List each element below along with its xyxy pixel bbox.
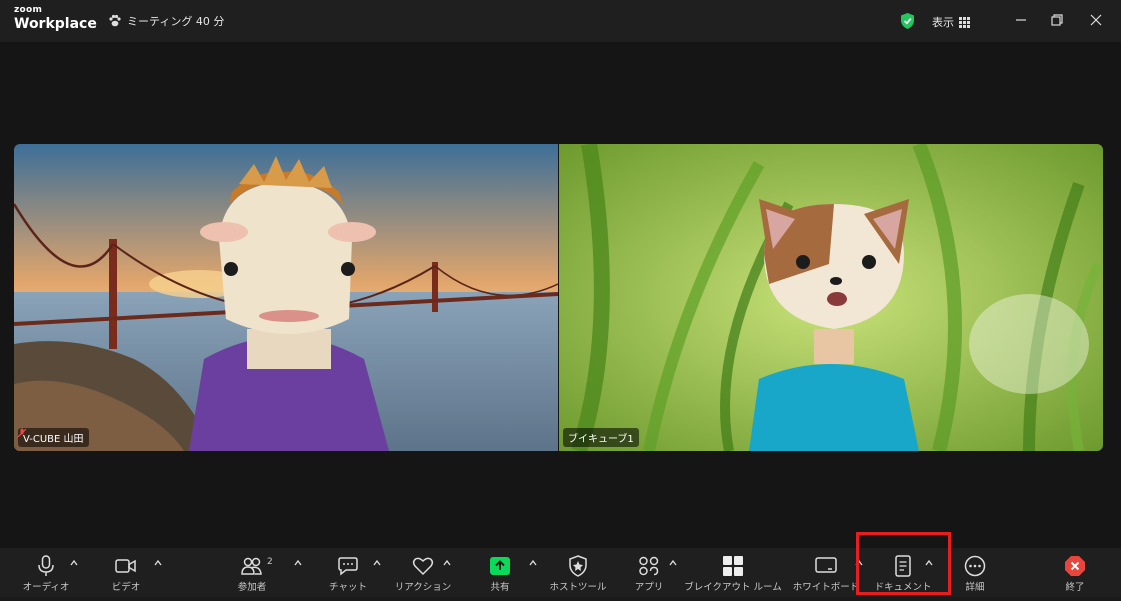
app-logo: zoom Workplace bbox=[14, 5, 97, 32]
document-icon bbox=[895, 555, 911, 577]
audio-options-chevron-icon[interactable] bbox=[70, 559, 78, 567]
whiteboard-label: ホワイトボード bbox=[792, 582, 860, 593]
chat-icon bbox=[338, 557, 358, 576]
participants-icon bbox=[241, 557, 262, 575]
participants-count: 2 bbox=[267, 557, 273, 567]
participants-label: 参加者 bbox=[237, 582, 267, 593]
participant-name: V-CUBE 山田 bbox=[23, 434, 84, 445]
end-meeting-icon bbox=[1065, 556, 1085, 576]
close-icon[interactable] bbox=[1087, 11, 1105, 29]
restore-icon[interactable] bbox=[1048, 11, 1066, 29]
video-options-chevron-icon[interactable] bbox=[154, 559, 162, 567]
host-tools-label: ホストツール bbox=[549, 582, 607, 593]
mic-muted-icon bbox=[18, 428, 26, 438]
video-feed-bridge-background bbox=[14, 144, 558, 451]
whiteboard-options-chevron-icon[interactable] bbox=[855, 559, 863, 567]
minimize-icon[interactable] bbox=[1012, 11, 1030, 29]
title-bar: zoom Workplace ミーティング 40 分 表示 bbox=[0, 0, 1121, 42]
host-shield-icon bbox=[569, 555, 587, 577]
more-icon bbox=[964, 555, 986, 577]
meeting-title: ミーティング 40 分 bbox=[127, 15, 225, 28]
participant-tile-1[interactable]: V-CUBE 山田 bbox=[14, 144, 558, 451]
meeting-info[interactable]: ミーティング 40 分 bbox=[108, 13, 224, 29]
microphone-icon bbox=[38, 555, 54, 576]
share-options-chevron-icon[interactable] bbox=[529, 559, 537, 567]
encryption-shield-icon[interactable] bbox=[900, 13, 915, 29]
meeting-toolbar: オーディオ ビデオ 2 参加者 チャット リアクション 共有 ホストツール アプ… bbox=[0, 548, 1121, 597]
zoom-window: zoom Workplace ミーティング 40 分 表示 V-CUBE 山田 … bbox=[0, 0, 1121, 601]
participant-tile-2[interactable]: ブイキューブ1 bbox=[559, 144, 1103, 451]
participant-name: ブイキューブ1 bbox=[568, 434, 634, 445]
view-label: 表示 bbox=[932, 16, 954, 29]
share-label: 共有 bbox=[490, 582, 510, 593]
video-feed-grass-background bbox=[559, 144, 1103, 451]
breakout-rooms-icon bbox=[723, 556, 743, 576]
apps-options-chevron-icon[interactable] bbox=[669, 559, 677, 567]
end-label: 終了 bbox=[1065, 582, 1085, 593]
docs-options-chevron-icon[interactable] bbox=[925, 559, 933, 567]
video-label: ビデオ bbox=[111, 582, 141, 593]
more-label: 詳細 bbox=[965, 582, 985, 593]
logo-workplace-text: Workplace bbox=[14, 16, 97, 32]
participant-name-tag: ブイキューブ1 bbox=[563, 428, 639, 447]
chat-label: チャット bbox=[329, 582, 367, 593]
reactions-label: リアクション bbox=[394, 582, 452, 593]
chat-options-chevron-icon[interactable] bbox=[373, 559, 381, 567]
heart-icon bbox=[412, 557, 434, 576]
logo-zoom-text: zoom bbox=[14, 5, 43, 15]
whiteboard-icon bbox=[815, 557, 837, 573]
apps-label: アプリ bbox=[634, 582, 664, 593]
audio-label: オーディオ bbox=[22, 582, 70, 593]
apps-icon bbox=[639, 556, 659, 576]
breakout-rooms-label: ブレイクアウト ルーム bbox=[684, 582, 782, 593]
paw-icon bbox=[109, 14, 121, 27]
participant-name-tag: V-CUBE 山田 bbox=[18, 428, 89, 447]
docs-label: ドキュメント bbox=[874, 582, 932, 593]
participants-options-chevron-icon[interactable] bbox=[294, 559, 302, 567]
reactions-options-chevron-icon[interactable] bbox=[443, 559, 451, 567]
video-camera-icon bbox=[115, 559, 136, 573]
grid-icon bbox=[959, 16, 970, 28]
view-button[interactable]: 表示 bbox=[932, 14, 970, 30]
share-upload-icon bbox=[490, 557, 510, 575]
video-gallery: V-CUBE 山田 ブイキューブ1 bbox=[0, 42, 1121, 548]
